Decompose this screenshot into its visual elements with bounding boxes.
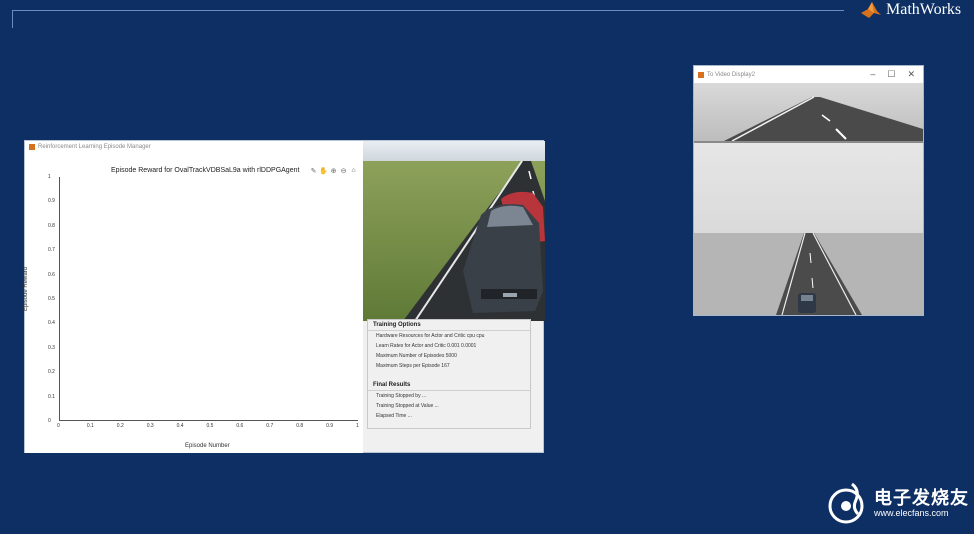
option-row: Learn Rates for Actor and Critic 0.001 0… xyxy=(376,343,477,349)
y-tick-label: 0.7 xyxy=(48,247,55,254)
close-button[interactable]: ✕ xyxy=(907,69,915,80)
pan-icon[interactable]: ✋ xyxy=(319,166,328,175)
matlab-icon xyxy=(698,71,704,78)
video-display-window[interactable]: To Video Display2 – ☐ ✕ xyxy=(693,65,924,316)
result-row: Training Stopped by ... xyxy=(376,393,427,399)
slide-header-tick xyxy=(12,10,13,28)
plot-title: Episode Reward for OvalTrackVDBSaL9a wit… xyxy=(111,167,300,174)
result-row: Elapsed Time ... xyxy=(376,413,412,419)
elecfans-watermark: 电子发烧友 www.elecfans.com xyxy=(826,482,969,526)
minimize-button[interactable]: – xyxy=(870,69,875,80)
camera-feed xyxy=(694,83,923,316)
zoom-out-icon[interactable]: ⊖ xyxy=(339,166,348,175)
y-tick-label: 0.1 xyxy=(48,393,55,400)
video-display-titlebar[interactable]: To Video Display2 – ☐ ✕ xyxy=(694,66,923,83)
final-results-heading: Final Results xyxy=(368,380,530,391)
x-tick-label: 0.4 xyxy=(176,423,184,429)
y-tick-label: 0.6 xyxy=(48,271,55,278)
x-tick-label: 0.9 xyxy=(326,423,334,429)
elecfans-logo-icon xyxy=(828,482,864,524)
result-row: Training Stopped at Value ... xyxy=(376,403,439,409)
x-tick-label: 0.3 xyxy=(146,423,154,429)
plot-toolbar[interactable]: ✎ ✋ ⊕ ⊖ ⌂ xyxy=(309,166,358,175)
x-tick-label: 0.6 xyxy=(236,423,244,429)
training-options-heading: Training Options xyxy=(368,320,530,331)
slide-header-rule xyxy=(12,10,844,11)
y-tick-label: 0.9 xyxy=(48,198,55,205)
option-row: Hardware Resources for Actor and Critic … xyxy=(376,333,485,339)
membrane-icon xyxy=(861,2,881,18)
y-tick-label: 1 xyxy=(48,174,51,180)
matlab-icon xyxy=(29,144,35,150)
plot-axes: 0 0.1 0.2 0.3 0.4 0.5 0.6 0.7 0.8 0.9 1 0 0.1 0.2 0.3 0… xyxy=(48,174,359,429)
maximize-button[interactable]: ☐ xyxy=(887,69,895,80)
x-tick-label: 0.8 xyxy=(296,423,304,429)
y-tick-label: 0.5 xyxy=(48,296,55,302)
mathworks-logo: MathWorks xyxy=(860,0,961,20)
reward-plot[interactable]: Episode Reward for OvalTrackVDBSaL9a wit… xyxy=(23,153,363,453)
x-tick-label: 1 xyxy=(356,423,359,429)
episode-manager-window[interactable]: Reinforcement Learning Episode Manager E… xyxy=(23,140,545,453)
option-row: Maximum Steps per Episode 167 xyxy=(376,363,450,369)
brand-name: MathWorks xyxy=(886,1,962,18)
edit-plot-icon[interactable]: ✎ xyxy=(309,166,318,175)
video-display-title: To Video Display2 xyxy=(707,71,755,78)
y-tick-label: 0 xyxy=(48,418,51,424)
home-icon[interactable]: ⌂ xyxy=(349,166,358,175)
zoom-in-icon[interactable]: ⊕ xyxy=(329,166,338,175)
y-tick-label: 0.2 xyxy=(48,369,55,376)
x-tick-label: 0.1 xyxy=(86,423,94,429)
watermark-cn: 电子发烧友 xyxy=(874,488,969,508)
training-info-panel: Training Options Hardware Resources for … xyxy=(367,319,531,429)
y-tick-label: 0.4 xyxy=(48,320,55,327)
x-tick-label: 0.5 xyxy=(206,423,214,429)
road-scene-preview xyxy=(363,141,545,321)
x-tick-label: 0.2 xyxy=(116,423,124,429)
option-row: Maximum Number of Episodes 5000 xyxy=(376,353,457,359)
x-tick-label: 0 xyxy=(57,423,60,429)
y-axis-label: Episode Reward xyxy=(23,266,29,311)
watermark-url: www.elecfans.com xyxy=(874,508,949,518)
y-tick-label: 0.8 xyxy=(48,222,55,229)
x-axis-label: Episode Number xyxy=(185,443,230,449)
x-tick-label: 0.7 xyxy=(266,423,274,429)
episode-manager-title: Reinforcement Learning Episode Manager xyxy=(38,144,151,150)
y-tick-label: 0.3 xyxy=(48,344,55,351)
